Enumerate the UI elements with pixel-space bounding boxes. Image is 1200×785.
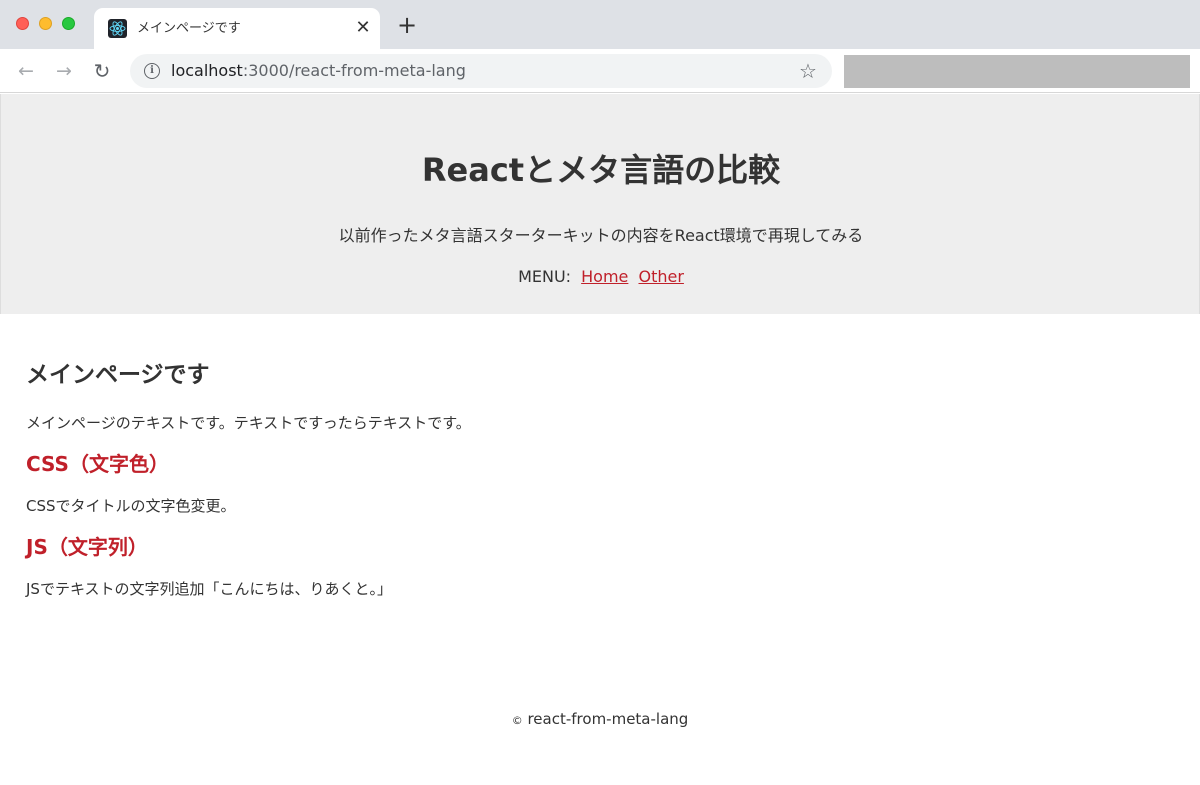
site-menu: MENU: Home Other [1,266,1200,288]
tab-title: メインページです [137,21,241,36]
section-heading-css: CSS（文字色） [26,452,169,476]
web-page: Reactとメタ言語の比較 以前作ったメタ言語スターターキットの内容をReact… [0,94,1200,785]
browser-toolbar: ← → ↻ i localhost:3000/react-from-meta-l… [0,49,1200,93]
menu-label: MENU: [518,267,572,286]
maximize-window-button[interactable] [62,17,75,30]
menu-link-other[interactable]: Other [638,267,683,286]
url-path: :3000/react-from-meta-lang [242,61,466,80]
close-window-button[interactable] [16,17,29,30]
url-host: localhost [171,61,243,80]
browser-tab-active[interactable]: メインページです ✕ [94,8,380,49]
section-heading-js: JS（文字列） [26,535,148,559]
footer-text: react-from-meta-lang [527,710,689,728]
site-info-icon[interactable]: i [144,63,160,79]
browser-tab-bar: メインページです ✕ + [0,0,1200,49]
intro-text: メインページのテキストです。テキストですったらテキストです。 [26,414,471,432]
site-footer: © react-from-meta-lang [0,708,1200,732]
react-logo-icon [108,19,127,38]
back-arrow-icon[interactable]: ← [14,59,38,83]
bookmark-star-icon[interactable]: ☆ [799,59,817,83]
address-bar[interactable]: i localhost:3000/react-from-meta-lang ☆ [130,54,832,88]
close-tab-icon[interactable]: ✕ [353,18,373,38]
reload-icon[interactable]: ↻ [90,59,114,83]
minimize-window-button[interactable] [39,17,52,30]
url-text[interactable]: localhost:3000/react-from-meta-lang [171,61,466,81]
menu-link-home[interactable]: Home [581,267,628,286]
site-title: Reactとメタ言語の比較 [421,151,781,189]
redacted-area [844,55,1190,88]
section-text-js: JSでテキストの文字列追加「こんにちは、りあくと。」 [26,580,392,598]
copyright-symbol: © [511,714,523,727]
site-description: 以前作ったメタ言語スターターキットの内容をReact環境で再現してみる [338,226,864,245]
site-header: Reactとメタ言語の比較 以前作ったメタ言語スターターキットの内容をReact… [0,94,1200,314]
main-content: メインページです メインページのテキストです。テキストですったらテキストです。 … [26,360,1176,600]
forward-arrow-icon[interactable]: → [52,59,76,83]
page-heading: メインページです [26,362,210,388]
new-tab-button[interactable]: + [396,13,418,37]
section-text-css: CSSでタイトルの文字色変更。 [26,497,236,515]
